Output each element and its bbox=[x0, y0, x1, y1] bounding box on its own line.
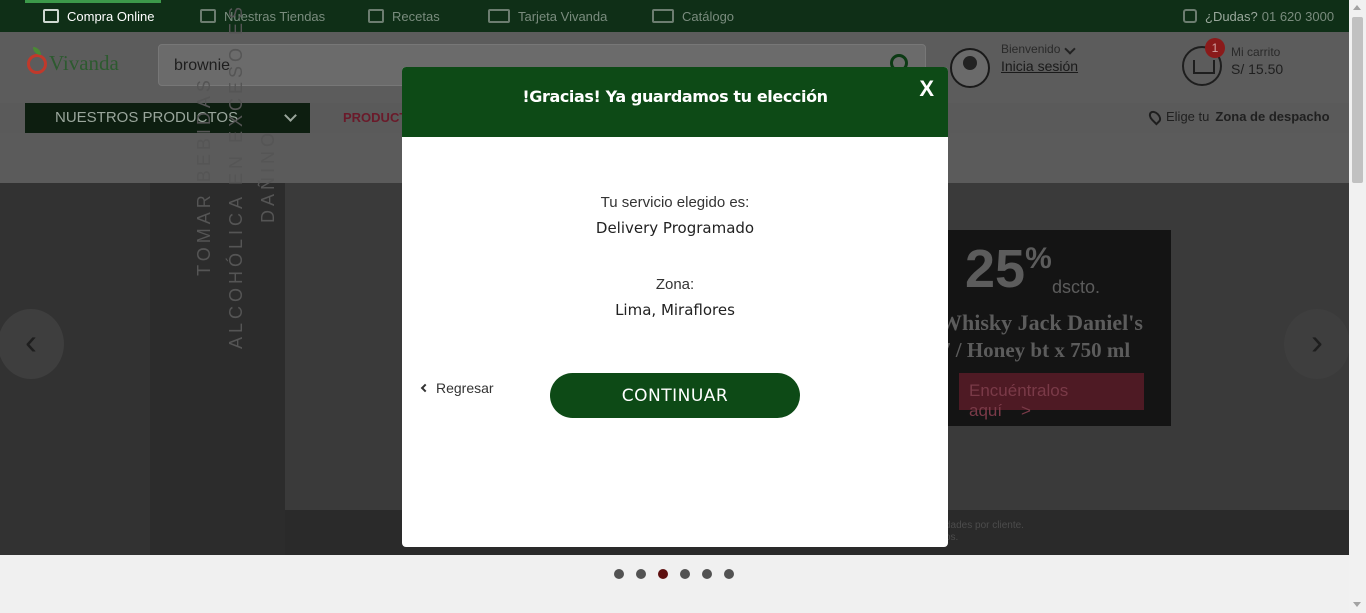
scroll-up-arrow-icon[interactable] bbox=[1353, 5, 1361, 10]
close-button[interactable]: X bbox=[919, 76, 934, 102]
chevron-left-icon bbox=[420, 383, 430, 393]
zone-label: Zona: bbox=[655, 276, 695, 293]
continue-button[interactable]: CONTINUAR bbox=[550, 373, 800, 418]
page-scrollbar[interactable] bbox=[1349, 0, 1366, 613]
modal-title: !Gracias! Ya guardamos tu elección bbox=[522, 87, 828, 106]
back-link[interactable]: Regresar bbox=[420, 380, 494, 396]
service-value: Delivery Programado bbox=[595, 219, 755, 237]
service-label: Tu servicio elegido es: bbox=[600, 194, 750, 211]
zone-value: Lima, Miraflores bbox=[615, 301, 735, 319]
scrollbar-thumb[interactable] bbox=[1352, 17, 1363, 183]
modal-header: !Gracias! Ya guardamos tu elección bbox=[402, 67, 948, 137]
confirmation-modal: !Gracias! Ya guardamos tu elección X Tu … bbox=[402, 67, 948, 547]
back-label: Regresar bbox=[436, 380, 494, 396]
scroll-down-arrow-icon[interactable] bbox=[1353, 602, 1361, 607]
